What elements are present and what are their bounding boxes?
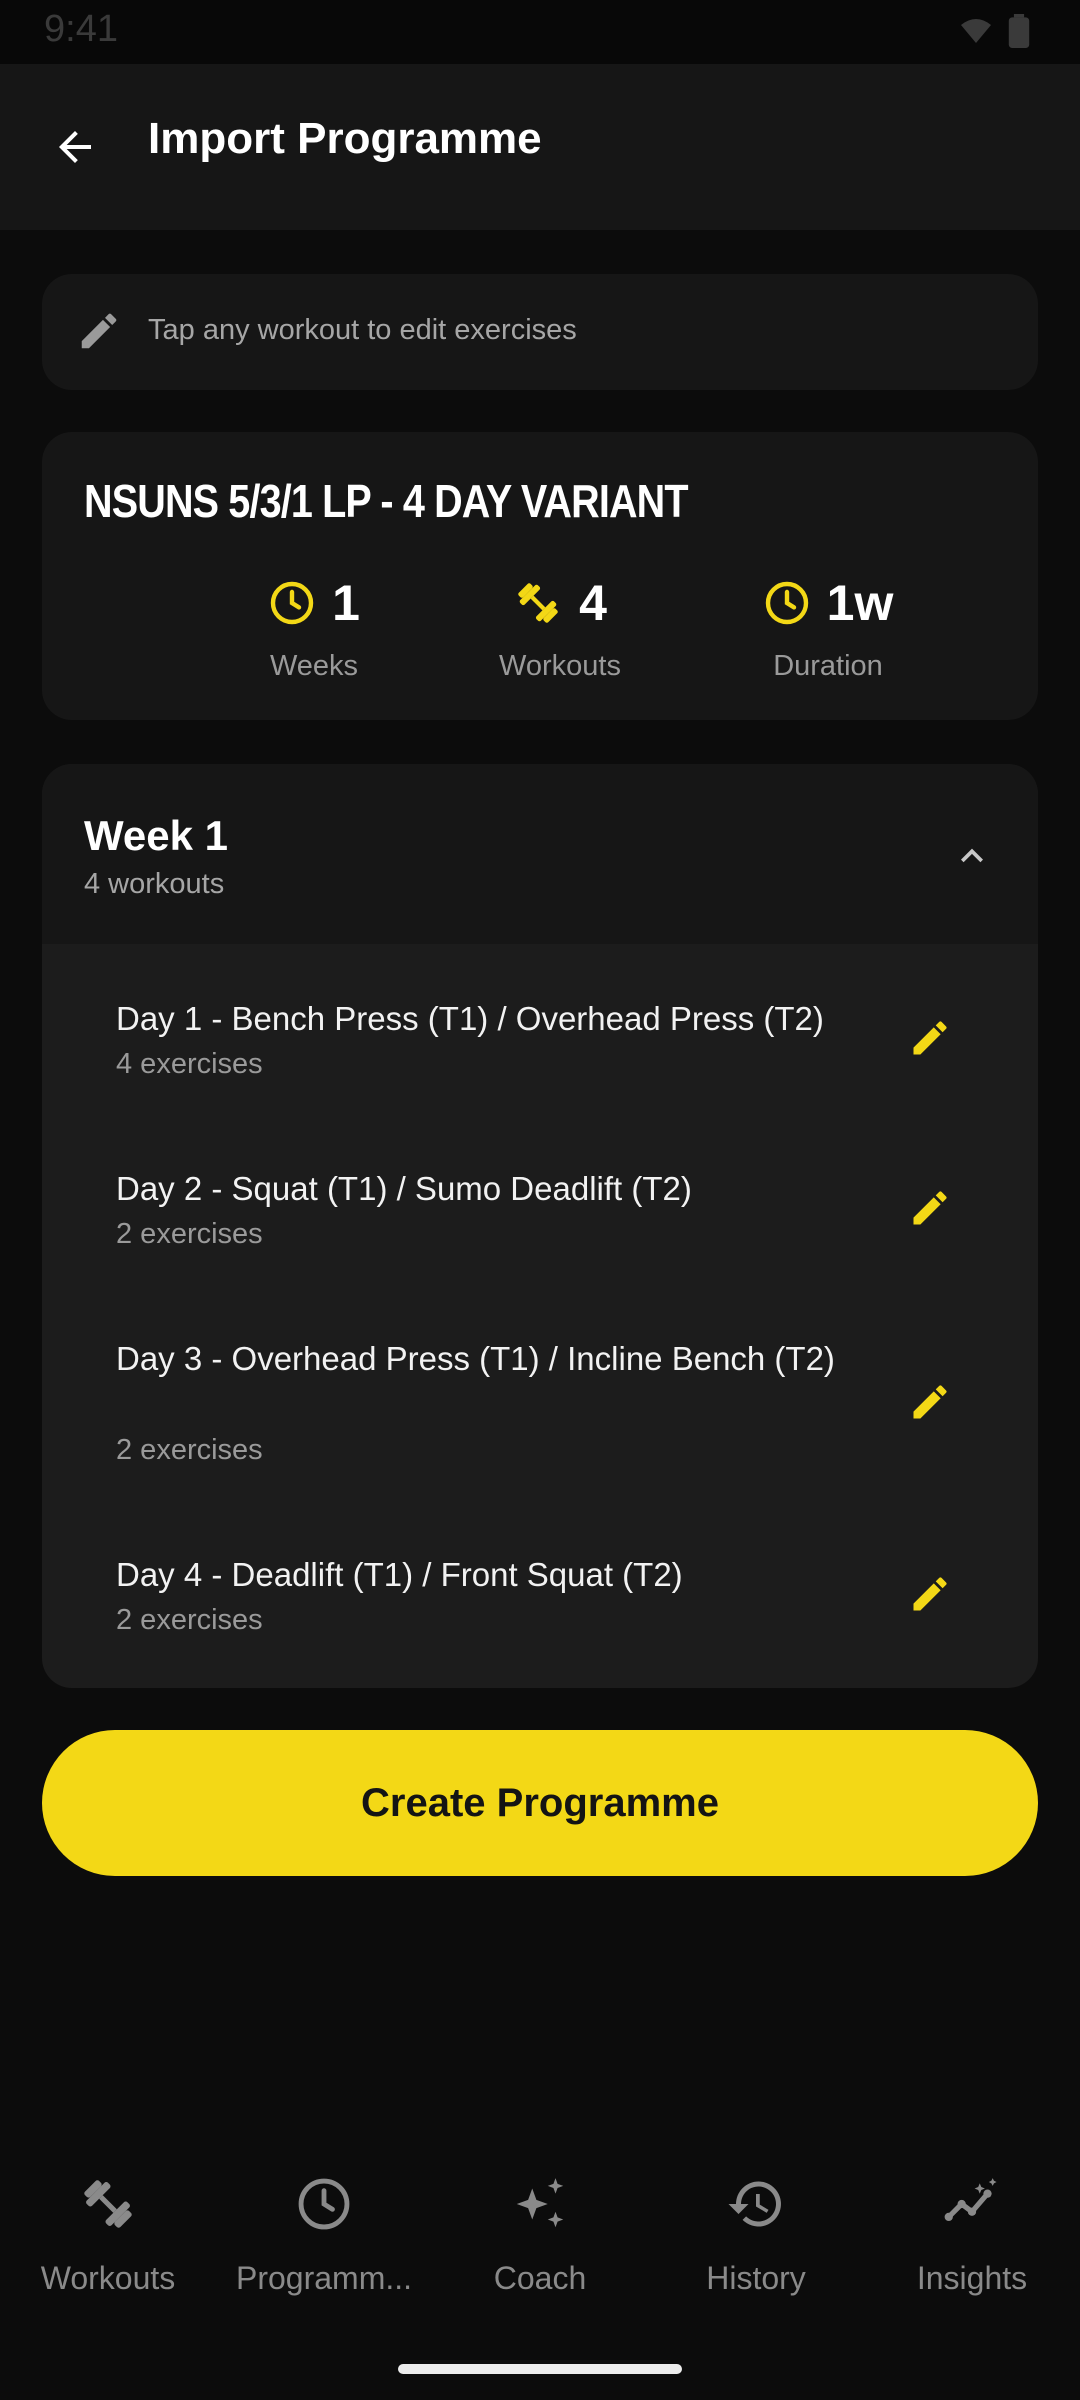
week-workout-count: 4 workouts: [84, 868, 225, 900]
workout-name: Day 1 - Bench Press (T1) / Overhead Pres…: [116, 1000, 824, 1037]
stat-value: 1: [332, 575, 360, 631]
stat-duration: 1w Duration: [708, 568, 948, 683]
nav-label: Workouts: [40, 2260, 176, 2296]
create-programme-button[interactable]: Create Programme: [42, 1730, 1038, 1876]
nav-item-workouts[interactable]: Workouts: [0, 2164, 216, 2297]
stat-label: Duration: [773, 650, 883, 682]
week-title: Week 1: [84, 812, 228, 859]
clock-icon: [298, 2178, 350, 2230]
pencil-icon: [913, 1577, 947, 1611]
edit-workout-button[interactable]: [894, 1172, 966, 1244]
pencil-icon: [913, 1191, 947, 1225]
sparkle-icon: [516, 2178, 564, 2228]
workout-row-day-4[interactable]: Day 4 - Deadlift (T1) / Front Squat (T2)…: [42, 1520, 1038, 1680]
stat-label: Workouts: [499, 650, 621, 682]
workout-exercise-count: 2 exercises: [116, 1218, 263, 1250]
workout-name: Day 3 - Overhead Press (T1) / Incline Be…: [116, 1340, 835, 1377]
workout-exercise-count: 4 exercises: [116, 1048, 263, 1080]
workout-name: Day 4 - Deadlift (T1) / Front Squat (T2): [116, 1556, 683, 1593]
edit-workout-button[interactable]: [894, 1558, 966, 1630]
status-time: 9:41: [44, 8, 118, 50]
stat-label: Weeks: [269, 650, 359, 682]
bottom-navigation: Workouts Programm... Coach History Insig…: [0, 2140, 1080, 2400]
app-bar: Import Programme: [0, 64, 1080, 230]
home-indicator[interactable]: [398, 2364, 682, 2374]
stat-workouts: 4 Workouts: [440, 568, 680, 683]
nav-item-programmes[interactable]: Programm...: [216, 2164, 432, 2297]
programme-summary-card: NSUNS 5/3/1 LP - 4 DAY VARIANT 1 Weeks 4…: [42, 432, 1038, 720]
pencil-icon: [81, 313, 117, 349]
programme-title: NSUNS 5/3/1 LP - 4 DAY VARIANT: [84, 475, 689, 527]
history-icon: [728, 2181, 781, 2227]
stat-value: 1w: [826, 575, 894, 631]
nav-label: Insights: [916, 2260, 1028, 2296]
dumbbell-icon: [518, 583, 558, 623]
nav-label: History: [706, 2260, 806, 2296]
stat-value: 4: [579, 575, 607, 631]
edit-workout-button[interactable]: [894, 1366, 966, 1438]
hint-card: Tap any workout to edit exercises: [42, 274, 1038, 390]
page-title: Import Programme: [148, 114, 542, 163]
back-arrow-icon: [59, 131, 91, 163]
week-card: Week 1 4 workouts Day 1 - Bench Press (T…: [42, 764, 1038, 1688]
nav-item-coach[interactable]: Coach: [432, 2164, 648, 2297]
wifi-icon: [961, 19, 991, 43]
workout-name: Day 2 - Squat (T1) / Sumo Deadlift (T2): [116, 1170, 692, 1207]
pencil-icon: [913, 1385, 947, 1419]
nav-item-insights[interactable]: Insights: [864, 2164, 1080, 2297]
workout-exercise-count: 2 exercises: [116, 1434, 263, 1466]
clock-icon: [270, 581, 314, 625]
insights-icon: [944, 2178, 997, 2222]
status-bar: 9:41: [0, 0, 1080, 64]
chevron-up-icon[interactable]: [950, 834, 994, 878]
status-icons: [958, 14, 1030, 48]
workout-exercise-count: 2 exercises: [116, 1604, 263, 1636]
hint-text: Tap any workout to edit exercises: [148, 314, 577, 346]
pencil-icon: [913, 1021, 947, 1055]
nav-label: Coach: [493, 2260, 587, 2296]
nav-label: Programm...: [235, 2260, 413, 2296]
back-button[interactable]: [36, 108, 114, 186]
nav-item-history[interactable]: History: [648, 2164, 864, 2297]
workout-row-day-3[interactable]: Day 3 - Overhead Press (T1) / Incline Be…: [42, 1304, 1038, 1514]
clock-icon: [765, 581, 808, 625]
edit-workout-button[interactable]: [894, 1002, 966, 1074]
week-header[interactable]: Week 1 4 workouts: [42, 764, 1038, 944]
workout-row-day-1[interactable]: Day 1 - Bench Press (T1) / Overhead Pres…: [42, 964, 1038, 1124]
create-programme-label: Create Programme: [361, 1780, 719, 1825]
workout-row-day-2[interactable]: Day 2 - Squat (T1) / Sumo Deadlift (T2) …: [42, 1134, 1038, 1294]
dumbbell-icon: [84, 2180, 132, 2228]
stat-weeks: 1 Weeks: [194, 568, 434, 683]
battery-icon: [1008, 14, 1030, 48]
